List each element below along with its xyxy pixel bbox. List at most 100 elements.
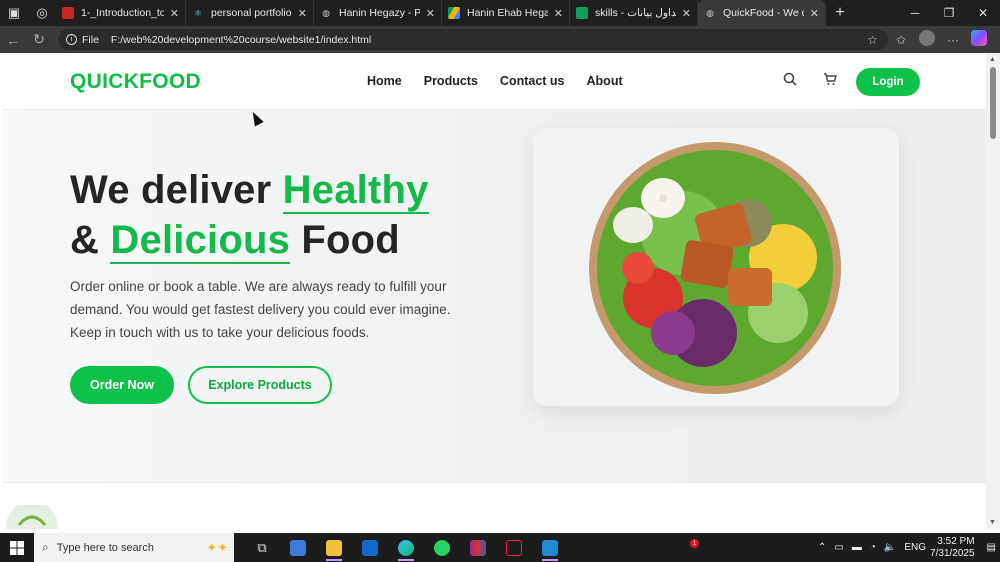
page-viewport: QUICKFOOD Home Products Contact us About… bbox=[3, 53, 986, 529]
browser-tab-strip: ▣ ◎ 1-_Introduction_to_Fr ✕ ⚛ personal p… bbox=[0, 0, 1000, 26]
tab-title: Hanin Hegazy - Portf bbox=[339, 7, 420, 19]
profile-avatar[interactable] bbox=[914, 30, 940, 49]
minimize-icon[interactable]: ─ bbox=[898, 6, 932, 20]
microsoft-store-icon[interactable] bbox=[280, 533, 316, 562]
network-icon[interactable]: ◔ bbox=[870, 542, 876, 553]
browser-tab[interactable]: skills - جداول بيانات G ✕ bbox=[570, 0, 698, 26]
refresh-icon[interactable]: ↻ bbox=[26, 31, 52, 48]
cart-icon[interactable] bbox=[823, 72, 837, 89]
close-window-icon[interactable]: ✕ bbox=[966, 6, 1000, 20]
nav-about[interactable]: About bbox=[587, 74, 623, 88]
hero-title-text: & bbox=[70, 218, 111, 262]
close-icon[interactable]: ✕ bbox=[554, 7, 563, 20]
drive-icon bbox=[448, 7, 460, 19]
favorite-star-icon[interactable]: ☆ bbox=[867, 33, 878, 47]
windows-start-icon[interactable] bbox=[0, 540, 34, 555]
notifications-icon[interactable]: ▤ bbox=[987, 542, 996, 553]
info-icon[interactable]: i bbox=[66, 34, 77, 45]
address-bar[interactable]: i File F:/web%20development%20course/web… bbox=[58, 29, 888, 50]
hero-section: We deliver Healthy & Delicious Food Orde… bbox=[3, 110, 986, 482]
scrollbar-thumb[interactable] bbox=[990, 67, 996, 139]
hero-highlight-healthy: Healthy bbox=[282, 168, 429, 214]
outlook-icon[interactable] bbox=[352, 533, 388, 562]
task-view-icon[interactable]: ⧉ bbox=[244, 533, 280, 562]
scroll-down-icon[interactable]: ▼ bbox=[989, 519, 996, 526]
url-text[interactable]: F:/web%20development%20course/website1/i… bbox=[111, 34, 371, 46]
hero-title-text: We deliver bbox=[70, 168, 283, 212]
file-chip: File bbox=[82, 33, 99, 46]
window-controls: ─ ❐ ✕ bbox=[898, 6, 1000, 20]
watermark-logo-icon bbox=[6, 505, 58, 529]
browser-tab[interactable]: ⚛ personal portfolio ✕ bbox=[186, 0, 314, 26]
notification-badge: 1 bbox=[690, 539, 699, 548]
search-icon[interactable] bbox=[783, 72, 797, 89]
order-now-button[interactable]: Order Now bbox=[70, 366, 174, 404]
taskbar-apps: ⧉ bbox=[244, 533, 568, 562]
meet-now-icon[interactable]: ▭ bbox=[834, 542, 843, 553]
hero-highlight-delicious: Delicious bbox=[110, 218, 291, 264]
close-icon[interactable]: ✕ bbox=[426, 7, 435, 20]
whatsapp-icon[interactable] bbox=[424, 533, 460, 562]
page-scrollbar[interactable]: ▲ ▼ bbox=[986, 53, 1000, 529]
clock[interactable]: 3:52 PM 7/31/2025 bbox=[930, 536, 975, 560]
hero-title: We deliver Healthy & Delicious Food bbox=[70, 165, 429, 265]
hero-image-card bbox=[533, 128, 899, 406]
nav-products[interactable]: Products bbox=[424, 74, 478, 88]
browser-tab-active[interactable]: ◍ QuickFood - We deliv ✕ bbox=[698, 0, 826, 26]
system-tray: ⌃ ▭ ▬ ◔ 🔈 ENG 3:52 PM 7/31/2025 ▤ bbox=[814, 536, 1000, 560]
search-placeholder: Type here to search bbox=[56, 541, 154, 554]
close-icon[interactable]: ✕ bbox=[810, 7, 819, 20]
close-icon[interactable]: ✕ bbox=[170, 7, 179, 20]
browser-tab[interactable]: 1-_Introduction_to_Fr ✕ bbox=[56, 0, 186, 26]
nav-home[interactable]: Home bbox=[367, 74, 402, 88]
volume-icon[interactable]: 🔈 bbox=[884, 542, 896, 553]
browser-tab[interactable]: Hanin Ehab Hegazy ( ✕ bbox=[442, 0, 570, 26]
globe-icon: ◍ bbox=[322, 7, 330, 18]
edge-icon[interactable] bbox=[388, 533, 424, 562]
clock-date: 7/31/2025 bbox=[930, 547, 975, 559]
windows-taskbar: ⌕ Type here to search ✦✦ ⧉ ⌃ ▭ ▬ ◔ 🔈 ENG… bbox=[0, 533, 1000, 562]
tab-title: QuickFood - We deliv bbox=[723, 7, 804, 19]
copilot-icon[interactable] bbox=[966, 30, 992, 49]
winrar-icon[interactable] bbox=[460, 533, 496, 562]
workspaces-icon[interactable]: ◎ bbox=[28, 0, 56, 26]
tab-title: Hanin Ehab Hegazy ( bbox=[467, 7, 548, 19]
back-icon[interactable]: ← bbox=[0, 32, 26, 48]
globe-icon: ◍ bbox=[706, 7, 714, 18]
address-bar-row: ← ↻ i File F:/web%20development%20course… bbox=[0, 26, 1000, 53]
tab-title: 1-_Introduction_to_Fr bbox=[81, 7, 164, 19]
salad-bowl-image bbox=[589, 142, 841, 394]
explore-products-button[interactable]: Explore Products bbox=[188, 366, 332, 404]
close-icon[interactable]: ✕ bbox=[298, 7, 307, 20]
login-button[interactable]: Login bbox=[856, 68, 920, 96]
chevron-up-icon[interactable]: ⌃ bbox=[818, 542, 826, 553]
battery-icon[interactable]: ▬ bbox=[852, 542, 862, 553]
tab-title: personal portfolio bbox=[211, 7, 292, 19]
sheets-icon bbox=[576, 7, 588, 19]
file-explorer-icon[interactable] bbox=[316, 533, 352, 562]
hero-title-text: Food bbox=[290, 218, 400, 262]
site-header: QUICKFOOD Home Products Contact us About… bbox=[3, 53, 986, 110]
tab-actions-icon[interactable]: ▣ bbox=[0, 0, 28, 26]
react-icon: ⚛ bbox=[193, 7, 203, 18]
language-indicator[interactable]: ENG bbox=[904, 542, 926, 553]
scroll-up-icon[interactable]: ▲ bbox=[989, 56, 996, 63]
vscode-icon[interactable] bbox=[532, 533, 568, 562]
search-icon: ⌕ bbox=[42, 540, 49, 554]
close-icon[interactable]: ✕ bbox=[682, 7, 691, 20]
nav-contact[interactable]: Contact us bbox=[500, 74, 565, 88]
copilot-sparkle-icon: ✦✦ bbox=[206, 539, 228, 555]
tab-title: skills - جداول بيانات G bbox=[595, 7, 676, 19]
next-section bbox=[3, 482, 986, 529]
figma-icon[interactable] bbox=[496, 533, 532, 562]
clock-time: 3:52 PM bbox=[937, 535, 975, 547]
main-nav: Home Products Contact us About bbox=[367, 74, 623, 88]
browser-tab[interactable]: ◍ Hanin Hegazy - Portf ✕ bbox=[314, 0, 442, 26]
taskbar-search[interactable]: ⌕ Type here to search ✦✦ bbox=[34, 533, 234, 562]
hero-description: Order online or book a table. We are alw… bbox=[70, 279, 451, 340]
new-tab-icon[interactable]: + bbox=[826, 0, 854, 26]
favorites-icon[interactable]: ✩ bbox=[888, 33, 914, 47]
site-logo[interactable]: QUICKFOOD bbox=[70, 70, 201, 94]
more-icon[interactable]: ··· bbox=[940, 33, 966, 47]
maximize-icon[interactable]: ❐ bbox=[932, 6, 966, 20]
